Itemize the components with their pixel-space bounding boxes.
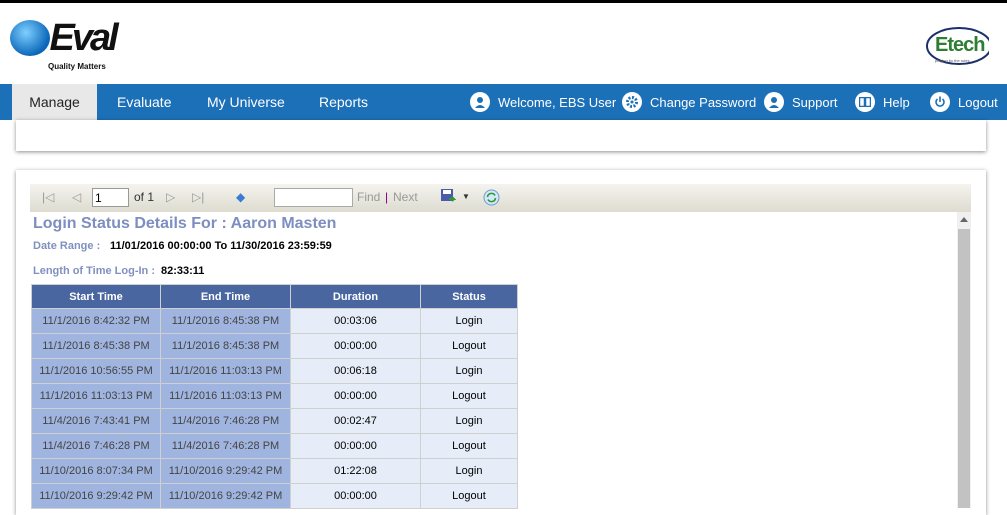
table-row: 11/1/2016 11:03:13 PM 11/1/2016 11:03:13 … [31, 383, 518, 409]
last-page-icon[interactable]: ▷| [192, 190, 204, 204]
start-time-cell: 11/4/2016 7:43:41 PM [31, 408, 161, 434]
etech-logo: Etech playing by the rules [923, 24, 989, 68]
logout-label: Logout [958, 94, 998, 110]
column-header-start-time: Start Time [31, 284, 161, 309]
user-icon [470, 92, 490, 112]
tab-reports[interactable]: Reports [319, 84, 368, 120]
tab-evaluate[interactable]: Evaluate [117, 84, 171, 120]
duration-cell: 00:00:00 [290, 383, 421, 409]
duration-cell: 00:00:00 [290, 333, 421, 359]
end-time-cell: 11/1/2016 11:03:13 PM [160, 358, 291, 384]
duration-cell: 00:06:18 [290, 358, 421, 384]
page-number-input[interactable] [92, 188, 129, 207]
etech-logo-text: Etech [935, 34, 985, 56]
find-separator: | [385, 190, 389, 204]
duration-cell: 01:22:08 [290, 458, 421, 484]
start-time-cell: 11/1/2016 10:56:55 PM [31, 358, 161, 384]
start-time-cell: 11/1/2016 8:42:32 PM [31, 308, 161, 334]
support-label: Support [792, 94, 838, 110]
export-dropdown-icon[interactable]: ▼ [462, 192, 470, 201]
logout-link[interactable]: Logout [930, 84, 998, 120]
page-count: of 1 [134, 190, 155, 204]
user-icon [764, 92, 784, 112]
report-title: Login Status Details For : Aaron Masten [33, 215, 337, 232]
start-time-cell: 11/1/2016 11:03:13 PM [31, 383, 161, 409]
column-header-end-time: End Time [160, 284, 291, 309]
gear-icon [622, 92, 642, 112]
start-time-cell: 11/1/2016 8:45:38 PM [31, 333, 161, 359]
table-row: 11/10/2016 8:07:34 PM 11/10/2016 9:29:42 … [31, 458, 518, 484]
table-row: 11/1/2016 8:45:38 PM 11/1/2016 8:45:38 PM… [31, 333, 518, 359]
report-toolbar: |◁ ◁ of 1 ▷ ▷| ◆ Find | Next ▼ [30, 184, 971, 212]
support-link[interactable]: Support [764, 84, 838, 120]
filter-panel [16, 120, 986, 151]
welcome-user-link[interactable]: Welcome, EBS User [470, 84, 616, 120]
end-time-cell: 11/4/2016 7:46:28 PM [160, 408, 291, 434]
welcome-label: Welcome, EBS User [498, 94, 617, 110]
start-time-cell: 11/4/2016 7:46:28 PM [31, 433, 161, 459]
end-time-cell: 11/4/2016 7:46:28 PM [160, 433, 291, 459]
previous-page-icon[interactable]: ◁ [72, 190, 81, 204]
find-input[interactable] [274, 188, 353, 207]
table-row: 11/4/2016 7:46:28 PM 11/4/2016 7:46:28 PM… [31, 433, 518, 459]
date-range-value: 11/01/2016 00:00:00 To 11/30/2016 23:59:… [110, 240, 332, 252]
start-time-cell: 11/10/2016 8:07:34 PM [31, 458, 161, 484]
tab-manage[interactable]: Manage [12, 84, 97, 120]
main-nav: Manage Evaluate My Universe Reports Welc… [0, 84, 1007, 120]
back-arrow-icon[interactable]: ◆ [236, 190, 245, 204]
table-row: 11/1/2016 8:42:32 PM 11/1/2016 8:45:38 PM… [31, 308, 518, 334]
date-range-label: Date Range : [33, 240, 101, 252]
status-cell: Logout [420, 433, 518, 459]
change-password-label: Change Password [650, 94, 757, 110]
book-icon [855, 92, 875, 112]
duration-cell: 00:00:00 [290, 433, 421, 459]
status-cell: Login [420, 308, 518, 334]
length-value: 82:33:11 [161, 265, 205, 277]
power-icon [930, 92, 950, 112]
column-header-status: Status [420, 284, 518, 309]
table-row: 11/1/2016 10:56:55 PM 11/1/2016 11:03:13 … [31, 358, 518, 384]
help-label: Help [883, 94, 910, 110]
vertical-scrollbar[interactable] [957, 212, 971, 508]
find-button[interactable]: Find [357, 190, 380, 204]
length-label: Length of Time Log-In : [33, 265, 155, 277]
first-page-icon[interactable]: |◁ [42, 190, 54, 204]
report-body: Login Status Details For : Aaron Masten … [30, 212, 957, 509]
qeval-logo[interactable]: Eval Quality Matters [8, 16, 119, 74]
etech-tagline: playing by the rules [935, 58, 970, 63]
header: Eval Quality Matters Etech playing by th… [0, 6, 1007, 84]
next-page-icon[interactable]: ▷ [166, 190, 175, 204]
end-time-cell: 11/1/2016 8:45:38 PM [160, 308, 291, 334]
logo-tagline: Quality Matters [48, 62, 106, 71]
login-status-table: Start Time End Time Duration Status 11/1… [31, 284, 518, 509]
tab-my-universe[interactable]: My Universe [207, 84, 285, 120]
status-cell: Login [420, 458, 518, 484]
scroll-up-icon[interactable] [960, 217, 968, 222]
find-next-button[interactable]: Next [393, 190, 418, 204]
column-header-duration: Duration [290, 284, 421, 309]
end-time-cell: 11/1/2016 11:03:13 PM [160, 383, 291, 409]
status-cell: Logout [420, 383, 518, 409]
status-cell: Login [420, 358, 518, 384]
help-link[interactable]: Help [855, 84, 910, 120]
change-password-link[interactable]: Change Password [622, 84, 756, 120]
scrollbar-thumb[interactable] [958, 229, 970, 508]
export-save-icon[interactable] [440, 188, 457, 207]
end-time-cell: 11/1/2016 8:45:38 PM [160, 333, 291, 359]
status-cell: Logout [420, 333, 518, 359]
table-row: 11/4/2016 7:43:41 PM 11/4/2016 7:46:28 PM… [31, 408, 518, 434]
duration-cell: 00:03:06 [290, 308, 421, 334]
refresh-icon[interactable] [483, 189, 500, 209]
status-cell: Login [420, 408, 518, 434]
end-time-cell: 11/10/2016 9:29:42 PM [160, 458, 291, 484]
duration-cell: 00:02:47 [290, 408, 421, 434]
